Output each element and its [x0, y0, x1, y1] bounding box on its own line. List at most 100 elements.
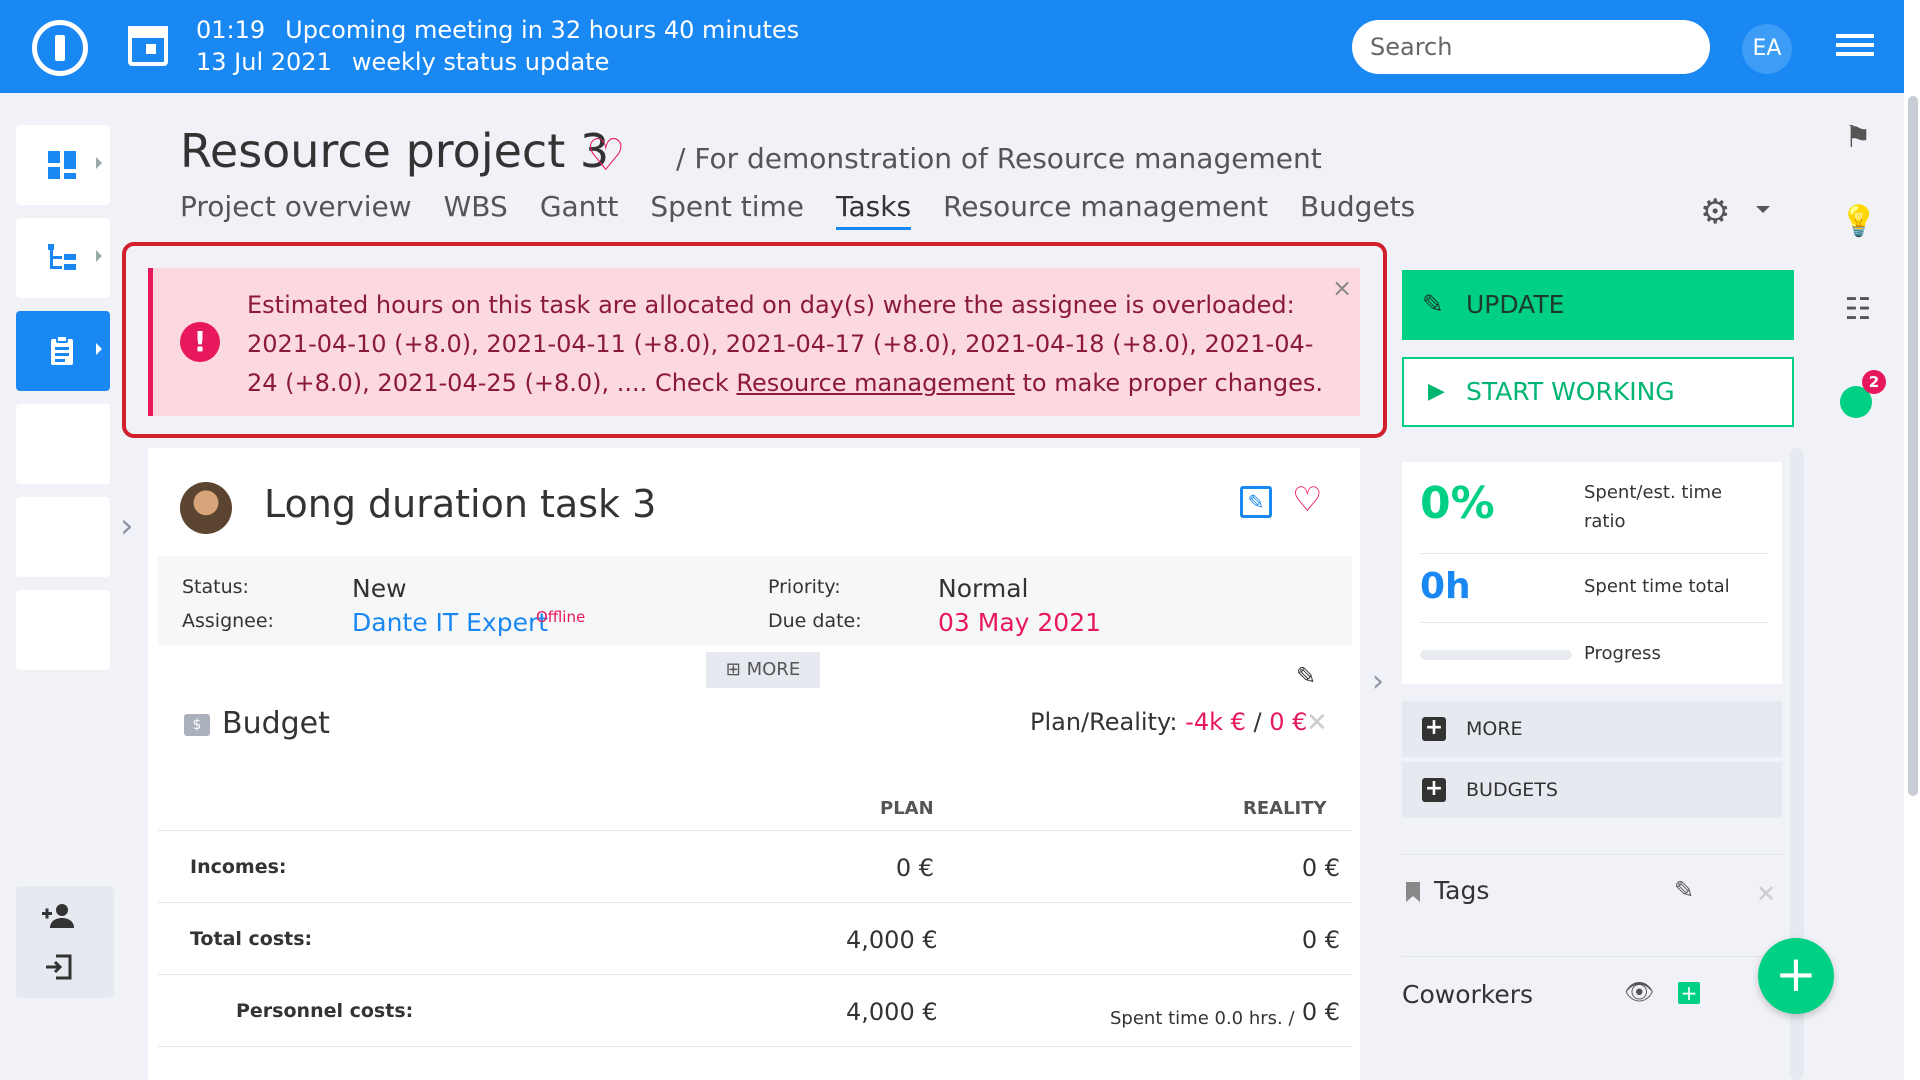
- add-fab-button[interactable]: +: [1758, 938, 1834, 1014]
- eye-icon[interactable]: 👁: [1624, 978, 1654, 1006]
- favorite-heart-icon[interactable]: ♡: [1292, 480, 1322, 520]
- menu-icon[interactable]: [1836, 34, 1874, 60]
- gear-icon[interactable]: ⚙: [1700, 192, 1730, 232]
- priority-label: Priority:: [768, 576, 841, 598]
- plan-reality-summary: Plan/Reality: -4k € / 0 €: [1030, 708, 1307, 736]
- bookmark-icon: [1406, 882, 1420, 902]
- close-icon[interactable]: ✕: [1306, 708, 1328, 738]
- plan-reality-label: Plan/Reality:: [1030, 708, 1178, 736]
- tree-structure-icon: [48, 244, 76, 270]
- spent-total-label: Spent time total: [1584, 576, 1730, 597]
- table-row-divider: [158, 830, 1352, 831]
- table-row-divider: [158, 902, 1352, 903]
- sidebar-item-empty-1[interactable]: [16, 404, 110, 484]
- add-coworker-icon[interactable]: +: [1678, 982, 1700, 1004]
- update-button[interactable]: ✎ UPDATE: [1402, 270, 1794, 340]
- sidebar-bottom-panel: [16, 886, 114, 998]
- close-icon[interactable]: ✕: [1756, 880, 1776, 908]
- assignee-label: Assignee:: [182, 610, 274, 632]
- timer-badge: 2: [1862, 370, 1886, 394]
- checklist-icon[interactable]: ☷: [1840, 292, 1876, 328]
- priority-value[interactable]: Normal: [938, 574, 1028, 603]
- column-header-plan: PLAN: [880, 798, 934, 819]
- assignee-avatar[interactable]: [180, 482, 232, 534]
- meeting-date: 13 Jul 2021: [196, 48, 332, 76]
- app-logo-icon[interactable]: [32, 20, 88, 76]
- personnel-costs-reality: 0 €: [1301, 998, 1340, 1026]
- tab-tasks[interactable]: Tasks: [836, 190, 912, 230]
- more-button[interactable]: + MORE: [1402, 701, 1782, 757]
- budget-title: Budget: [222, 706, 330, 741]
- more-attributes-button[interactable]: ⊞ MORE: [706, 652, 820, 688]
- due-date-value[interactable]: 03 May 2021: [938, 608, 1101, 637]
- tab-project-overview[interactable]: Project overview: [180, 190, 412, 230]
- calendar-icon[interactable]: [128, 26, 168, 66]
- favorite-heart-icon[interactable]: ♡: [586, 130, 625, 181]
- start-working-button[interactable]: ▶ START WORKING: [1402, 357, 1794, 427]
- stats-divider: [1420, 553, 1768, 554]
- stats-divider: [1420, 622, 1768, 623]
- task-card: [148, 448, 1360, 1080]
- sidebar-collapse-icon[interactable]: ›: [1372, 664, 1384, 699]
- due-date-label: Due date:: [768, 610, 862, 632]
- tab-budgets[interactable]: Budgets: [1300, 190, 1415, 230]
- close-icon[interactable]: ×: [1332, 274, 1352, 302]
- start-working-label: START WORKING: [1466, 377, 1675, 406]
- project-tabs: Project overview WBS Gantt Spent time Ta…: [180, 190, 1415, 230]
- total-costs-plan: 4,000 €: [846, 926, 938, 954]
- add-user-icon[interactable]: [42, 902, 76, 930]
- plan-total: -4k €: [1185, 708, 1246, 736]
- upcoming-meeting-line[interactable]: 01:19 Upcoming meeting in 32 hours 40 min…: [196, 16, 819, 44]
- progress-bar: [1420, 650, 1572, 660]
- sidebar-item-structure[interactable]: [16, 218, 110, 298]
- chevron-right-icon: [96, 250, 102, 262]
- tab-resource-management[interactable]: Resource management: [943, 190, 1268, 230]
- update-label: UPDATE: [1466, 290, 1565, 319]
- project-subtitle: / For demonstration of Resource manageme…: [676, 142, 1322, 175]
- spent-ratio-value: 0%: [1420, 478, 1495, 529]
- total-costs-reality: 0 €: [1301, 926, 1340, 954]
- row-label-total-costs: Total costs:: [190, 928, 313, 950]
- section-divider: [1402, 956, 1782, 957]
- chevron-right-icon: [96, 343, 102, 355]
- assignee-value[interactable]: Dante IT Expert: [352, 608, 548, 637]
- section-divider: [1402, 854, 1782, 855]
- incomes-plan: 0 €: [895, 854, 934, 882]
- coworkers-title: Coworkers: [1402, 980, 1534, 1009]
- status-value[interactable]: New: [352, 574, 407, 603]
- status-label: Status:: [182, 576, 249, 598]
- user-avatar[interactable]: EA: [1742, 24, 1792, 74]
- spent-total-value: 0h: [1420, 566, 1471, 607]
- sidebar-item-dashboard[interactable]: [16, 125, 110, 205]
- pencil-icon[interactable]: ✎: [1674, 876, 1694, 904]
- flag-icon[interactable]: ⚑: [1840, 120, 1876, 156]
- task-title: Long duration task 3: [264, 482, 657, 526]
- sidebar-item-empty-2[interactable]: [16, 497, 110, 577]
- play-icon: ▶: [1428, 379, 1445, 404]
- sidebar-item-tasks[interactable]: [16, 311, 110, 391]
- exclamation-icon: !: [180, 322, 220, 362]
- meeting-details-line[interactable]: 13 Jul 2021 weekly status update: [196, 48, 629, 76]
- edit-icon[interactable]: ✎: [1240, 486, 1272, 518]
- budgets-button[interactable]: + BUDGETS: [1402, 762, 1782, 818]
- tab-wbs[interactable]: WBS: [444, 190, 508, 230]
- sign-in-icon[interactable]: [44, 954, 72, 980]
- tab-spent-time[interactable]: Spent time: [650, 190, 804, 230]
- lightbulb-icon[interactable]: 💡: [1840, 204, 1877, 240]
- chevron-right-icon: [96, 157, 102, 169]
- page-scrollbar[interactable]: [1904, 0, 1920, 1080]
- incomes-reality: 0 €: [1301, 854, 1340, 882]
- plus-icon: ⊞: [725, 659, 747, 680]
- sidebar-item-empty-3[interactable]: [16, 590, 110, 670]
- column-header-reality: REALITY: [1243, 798, 1327, 819]
- personnel-spent-note: Spent time 0.0 hrs. /: [1110, 1002, 1295, 1030]
- search-input[interactable]: [1352, 20, 1710, 74]
- resource-management-link[interactable]: Resource management: [736, 369, 1014, 397]
- more-label: MORE: [746, 659, 801, 680]
- tab-gantt[interactable]: Gantt: [540, 190, 619, 230]
- alert-text-end: to make proper changes.: [1014, 369, 1323, 397]
- money-icon: $: [184, 714, 210, 736]
- chevron-down-icon[interactable]: [1756, 206, 1770, 213]
- pencil-icon[interactable]: ✎: [1282, 656, 1330, 696]
- sidebar-expand-icon[interactable]: ›: [120, 506, 134, 546]
